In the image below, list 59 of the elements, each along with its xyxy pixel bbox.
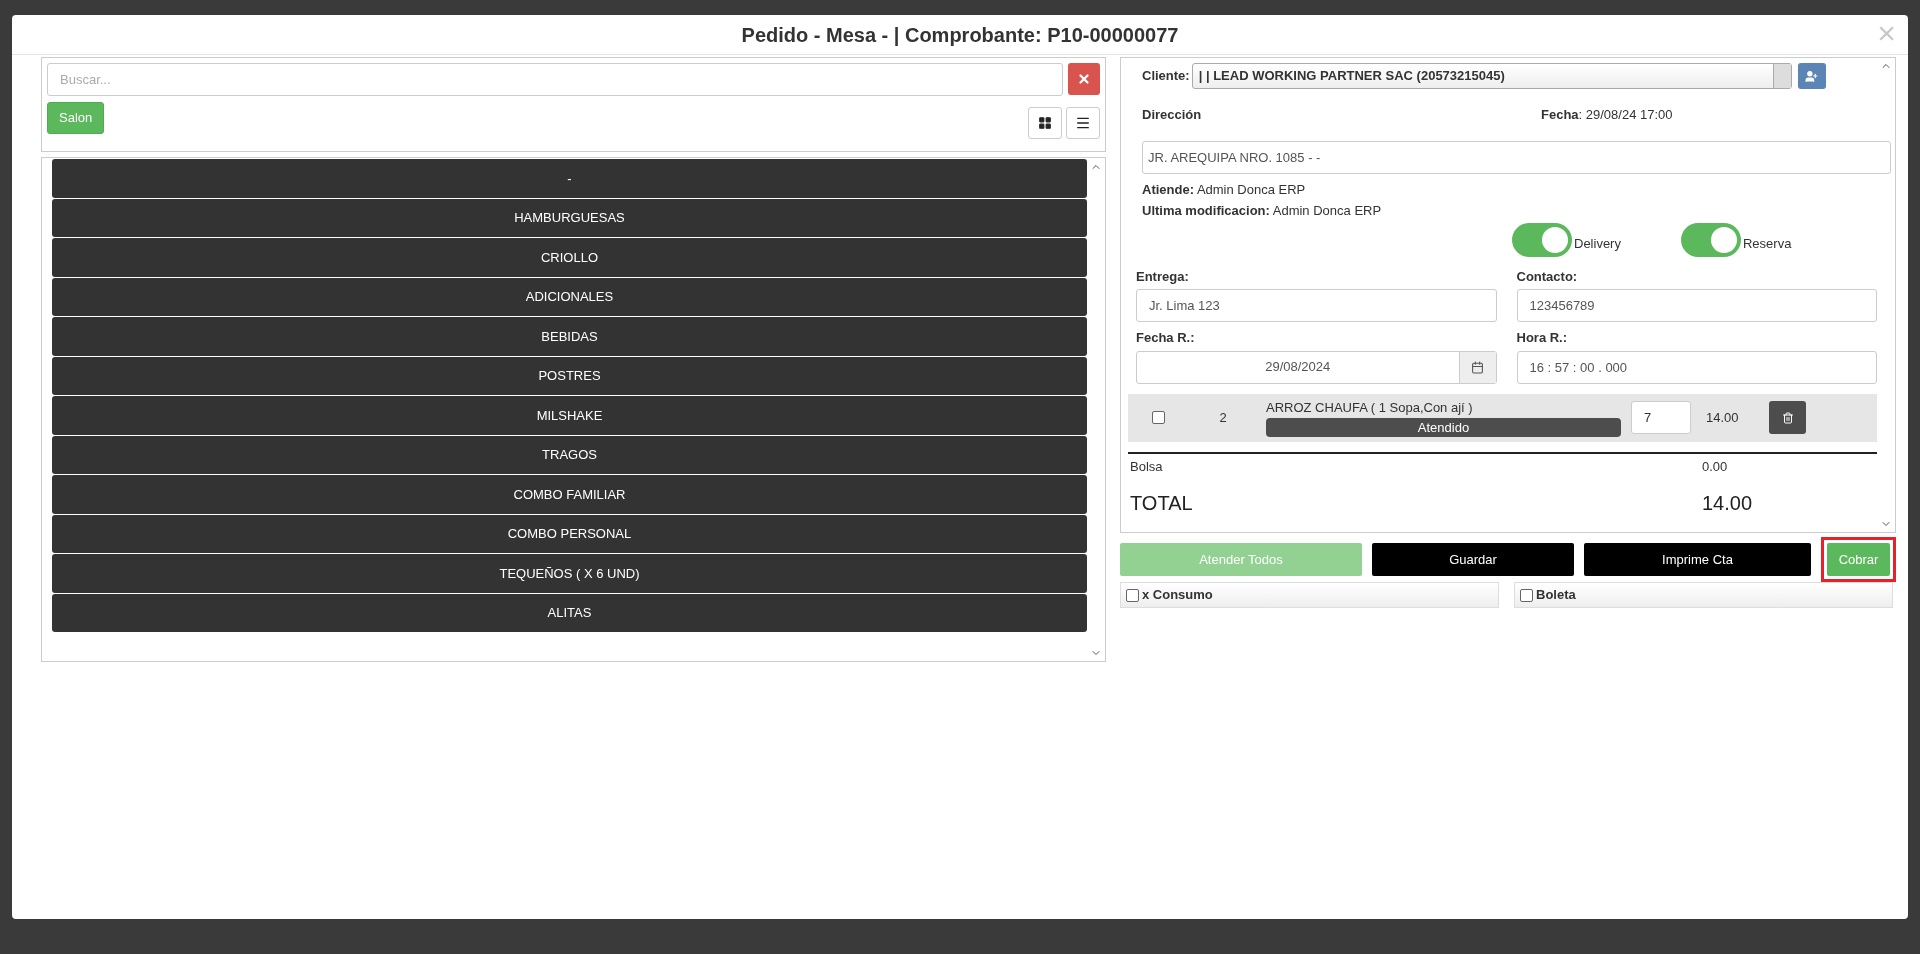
category-button[interactable]: ADICIONALES [52,277,1087,316]
delivery-field[interactable]: Jr. Lima 123 [1136,289,1497,322]
clear-search-button[interactable] [1068,63,1100,95]
add-client-button[interactable] [1797,63,1826,89]
category-button[interactable]: POSTRES [52,356,1087,395]
modified-text: Ultima modificacion: Admin Donca ERP [1141,202,1383,220]
category-button[interactable]: HAMBURGUESAS [52,198,1087,237]
category-button[interactable]: ALITAS [52,593,1087,632]
toggle-label: Delivery [1574,234,1621,253]
action-button[interactable]: Guardar [1372,543,1574,576]
close-icon [1077,72,1091,86]
category-button[interactable]: CRIOLLO [52,238,1087,277]
add-user-icon [1805,69,1819,83]
grid-icon [1038,116,1052,130]
grid-view-button[interactable] [1028,107,1062,139]
calendar-icon [1471,360,1484,374]
toggle-switch[interactable] [1680,222,1741,257]
category-button[interactable]: COMBO FAMILIAR [52,475,1087,514]
list-view-button[interactable] [1066,107,1100,139]
item-amount: 14.00 [1706,408,1740,427]
client-select[interactable]: | | LEAD WORKING PARTNER SAC (20573215045) [1191,63,1792,89]
reservation-time-label: Hora R.: [1516,329,1569,347]
attends-text: Atiende: Admin Donca ERP [1141,180,1307,199]
category-button[interactable]: TEQUEÑOS ( X 6 UND) [52,554,1087,593]
toggle-switch[interactable] [1512,222,1572,257]
status-badge: Atendido [1266,417,1621,437]
address-field[interactable]: JR. AREQUIPA NRO. 1085 - - [1142,140,1891,174]
category-button[interactable]: - [52,159,1087,198]
delete-button[interactable] [1769,401,1806,434]
total-amount: 14.00 [1702,491,1753,516]
option-label: x Consumo [1142,586,1213,605]
search-field[interactable]: Buscar... [47,63,1063,96]
trash-icon [1781,411,1794,424]
item-number: 2 [1218,408,1228,427]
reservation-date-label: Fecha R.: [1136,329,1196,347]
option-checkbox-bar[interactable]: Boleta [1514,582,1893,608]
contact-field[interactable]: 123456789 [1516,289,1877,322]
bag-amount: 0.00 [1702,457,1728,476]
category-button[interactable]: COMBO PERSONAL [52,514,1087,553]
category-button[interactable]: TRAGOS [52,435,1087,474]
category-button[interactable]: BEBIDAS [52,317,1087,356]
quantity-field[interactable]: 7 [1631,401,1691,434]
toggle-label: Reserva [1742,234,1792,253]
option-label: Boleta [1536,586,1576,605]
date-text: Fecha: 29/08/24 17:00 [1541,106,1673,124]
category-button[interactable]: MILSHAKE [52,396,1087,435]
reservation-date-field[interactable]: 29/08/2024 [1136,350,1497,384]
reservation-time-field[interactable]: 16 : 57 : 00 . 000 [1516,350,1877,384]
modal-title: Pedido - Mesa - | Comprobante: P10-00000077 [741,22,1179,48]
total-label: TOTAL [1130,491,1194,516]
contact-label: Contacto: [1516,267,1579,286]
menu-icon [1075,115,1091,131]
delivery-label: Entrega: [1136,267,1190,286]
option-checkbox-bar[interactable]: x Consumo [1120,582,1499,608]
bag-label: Bolsa [1130,457,1164,476]
action-button[interactable]: Imprime Cta [1584,543,1811,576]
address-label: Dirección [1142,106,1203,124]
client-label: Cliente: [1142,67,1190,86]
item-name: ARROZ CHAUFA ( 1 Sopa,Con ají ) [1266,399,1474,418]
